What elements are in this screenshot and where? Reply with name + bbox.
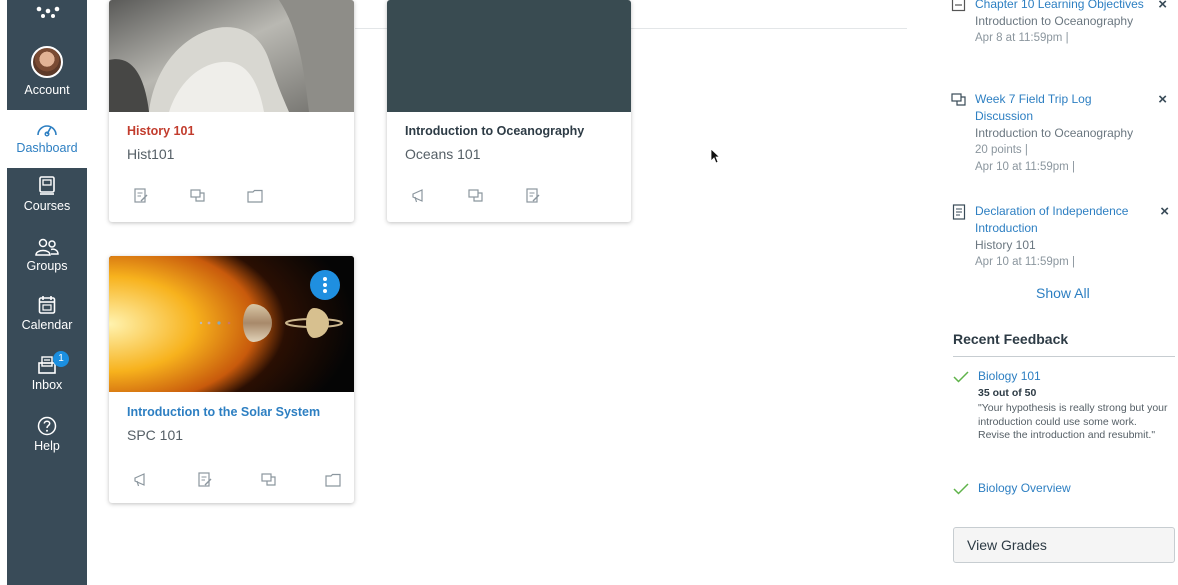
feedback-item: Biology Overview <box>953 481 1173 499</box>
nav-inbox[interactable]: 1 Inbox <box>7 351 87 392</box>
todo-item-course: Introduction to Oceanography <box>975 126 1134 140</box>
global-nav: Account Dashboard Courses Groups Calenda… <box>7 0 87 585</box>
nav-courses-label: Courses <box>23 199 71 213</box>
help-icon <box>37 416 57 436</box>
nav-calendar-label: Calendar <box>21 318 73 332</box>
announcements-icon[interactable] <box>133 472 149 488</box>
card-options-button[interactable] <box>310 270 340 300</box>
nav-dashboard[interactable]: Dashboard <box>7 110 87 168</box>
nav-groups[interactable]: Groups <box>7 238 87 273</box>
course-title[interactable]: Introduction to the Solar System <box>127 405 320 419</box>
feedback-link[interactable]: Biology Overview <box>978 481 1071 495</box>
close-icon[interactable]: × <box>1158 0 1167 13</box>
todo-item-link[interactable]: Declaration of Independence Introduction <box>975 203 1155 237</box>
assignments-icon[interactable] <box>197 472 213 488</box>
todo-item: Week 7 Field Trip Log Discussion Introdu… <box>951 91 1173 191</box>
todo-item-due: Apr 10 at 11:59pm | <box>975 256 1075 268</box>
files-icon[interactable] <box>325 472 341 488</box>
close-icon[interactable]: × <box>1158 91 1167 108</box>
announcements-icon[interactable] <box>411 188 427 204</box>
course-title[interactable]: History 101 <box>127 124 194 138</box>
show-all-link[interactable]: Show All <box>1036 285 1090 301</box>
discussion-icon <box>951 93 966 106</box>
nav-account-label: Account <box>24 83 70 97</box>
todo-item-due: Apr 10 at 11:59pm | <box>975 161 1075 173</box>
mouse-cursor-icon <box>710 148 720 164</box>
close-icon[interactable]: × <box>1160 203 1169 220</box>
todo-item-points: 20 points | <box>975 144 1028 156</box>
course-code: Oceans 101 <box>405 146 481 162</box>
view-grades-button[interactable]: View Grades <box>953 527 1175 563</box>
todo-item-due: Apr 8 at 11:59pm | <box>975 32 1069 44</box>
feedback-link[interactable]: Biology 101 <box>978 369 1041 383</box>
course-card-actions <box>411 188 541 204</box>
nav-inbox-label: Inbox <box>31 378 63 392</box>
course-card-solar-system[interactable]: Introduction to the Solar System SPC 101 <box>109 256 354 503</box>
nav-dashboard-label: Dashboard <box>16 141 78 155</box>
nav-courses[interactable]: Courses <box>7 176 87 213</box>
todo-item: Chapter 10 Learning Objectives Introduct… <box>951 0 1173 76</box>
quiz-icon <box>951 0 966 12</box>
feedback-score: 35 out of 50 <box>978 387 1037 399</box>
avatar <box>31 46 63 78</box>
course-color-header <box>387 0 631 112</box>
courses-icon <box>39 176 55 195</box>
course-code: Hist101 <box>127 146 175 162</box>
course-card-history-101[interactable]: History 101 Hist101 <box>109 0 354 222</box>
discussions-icon[interactable] <box>190 188 206 204</box>
nav-account[interactable]: Account <box>7 46 87 97</box>
dashboard-icon <box>37 125 57 137</box>
feedback-item: Biology 101 <box>953 369 1173 387</box>
todo-item-course: Introduction to Oceanography <box>975 14 1134 28</box>
checkmark-icon <box>953 371 969 383</box>
canvas-logo-icon[interactable] <box>35 6 61 20</box>
todo-item-link[interactable]: Week 7 Field Trip Log Discussion <box>975 91 1147 125</box>
todo-item-course: History 101 <box>975 238 1036 252</box>
nav-help-label: Help <box>34 439 60 453</box>
discussions-icon[interactable] <box>468 188 484 204</box>
calendar-icon <box>38 296 56 314</box>
course-title[interactable]: Introduction to Oceanography <box>405 124 584 138</box>
todo-item: Declaration of Independence Introduction… <box>951 203 1173 273</box>
course-code: SPC 101 <box>127 427 184 443</box>
assignments-icon[interactable] <box>133 188 149 204</box>
discussions-icon[interactable] <box>261 472 277 488</box>
inbox-unread-badge: 1 <box>53 351 69 367</box>
nav-groups-label: Groups <box>26 259 68 273</box>
feedback-comment: "Your hypothesis is really strong but yo… <box>978 402 1168 441</box>
recent-feedback-heading: Recent Feedback <box>953 331 1069 347</box>
files-icon[interactable] <box>247 188 263 204</box>
assignments-icon[interactable] <box>525 188 541 204</box>
checkmark-icon <box>953 483 969 495</box>
course-card-oceanography[interactable]: Introduction to Oceanography Oceans 101 <box>387 0 631 222</box>
nav-calendar[interactable]: Calendar <box>7 295 87 332</box>
course-card-actions <box>133 472 341 488</box>
course-hero-image <box>109 0 354 112</box>
course-card-actions <box>133 188 263 204</box>
divider <box>953 356 1175 357</box>
groups-icon <box>35 238 59 256</box>
document-icon <box>952 204 966 220</box>
nav-help[interactable]: Help <box>7 416 87 453</box>
todo-item-link[interactable]: Chapter 10 Learning Objectives <box>975 0 1147 13</box>
